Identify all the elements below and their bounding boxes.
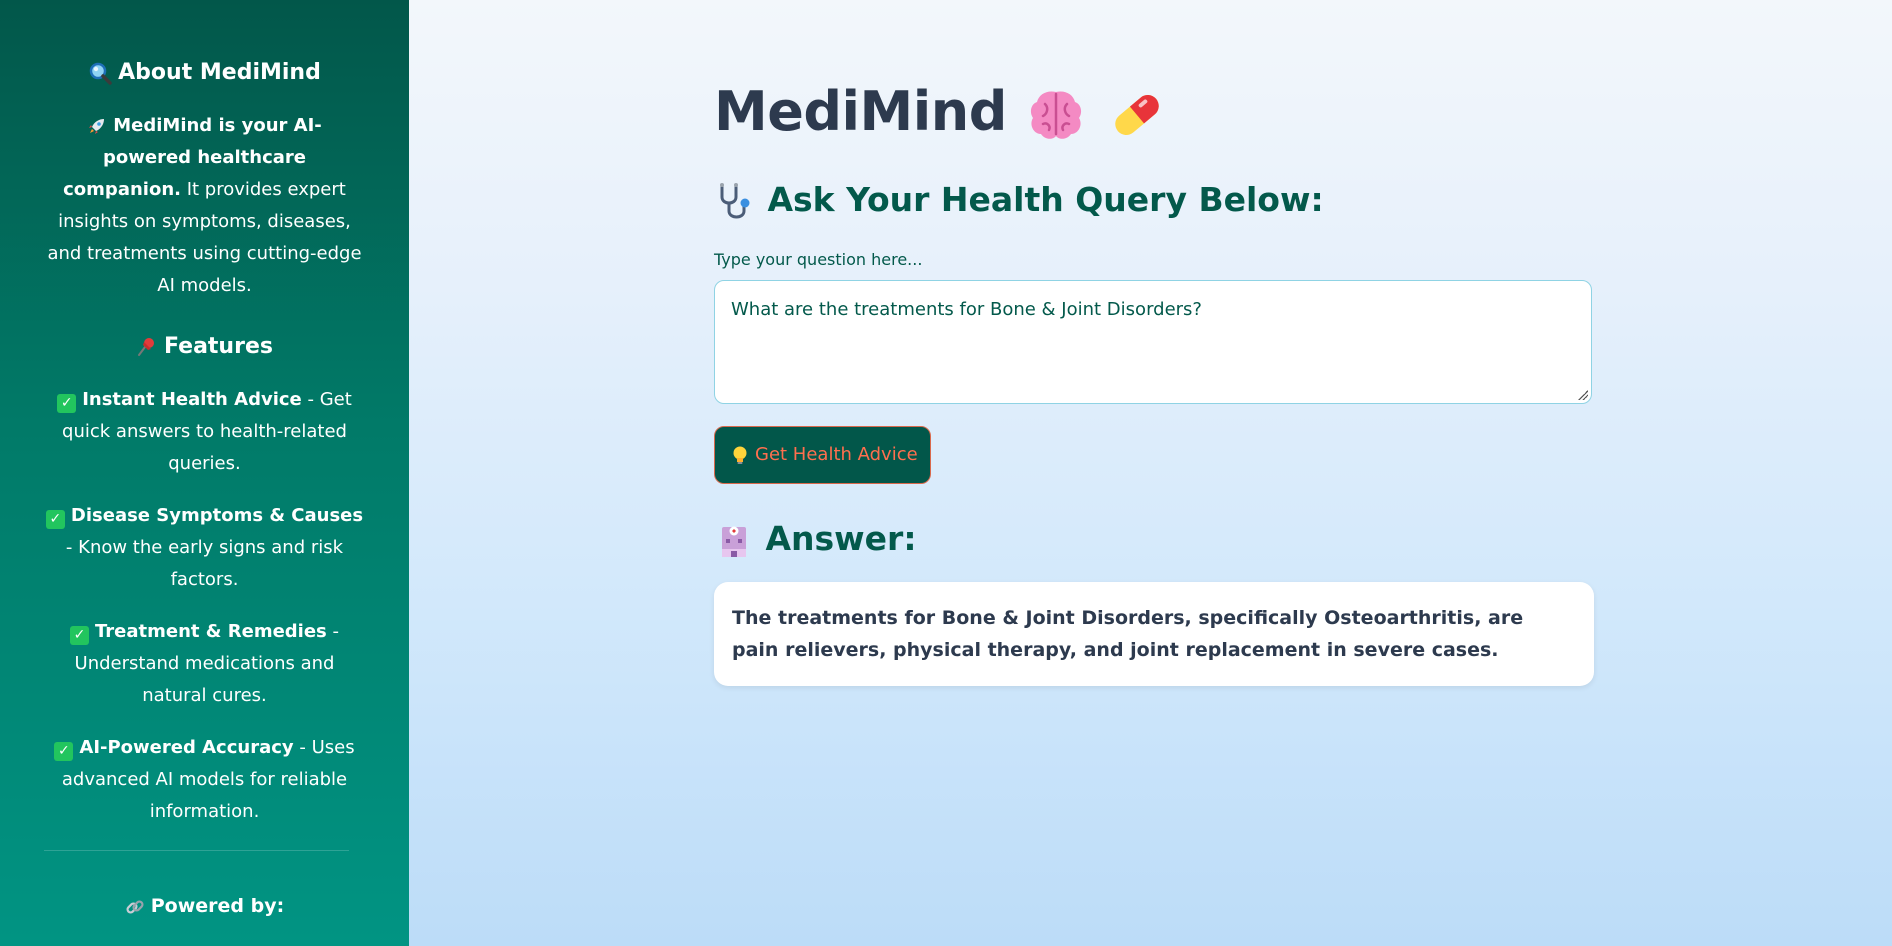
answer-box: The treatments for Bone & Joint Disorder… — [714, 582, 1594, 686]
check-icon: ✓ — [54, 742, 74, 761]
answer-text: The treatments for Bone & Joint Disorder… — [732, 607, 1524, 661]
about-heading: About MediMind — [44, 56, 365, 90]
question-textarea[interactable]: What are the treatments for Bone & Joint… — [714, 280, 1592, 404]
feature-item: ✓ AI-Powered Accuracy - Uses advanced AI … — [44, 732, 365, 828]
pill-icon — [1106, 80, 1168, 143]
sidebar: About MediMind MediMind is your AI-power… — [0, 0, 409, 946]
feature-item: ✓ Treatment & Remedies - Understand medic… — [44, 616, 365, 712]
page-title: MediMind — [714, 70, 1594, 154]
question-label: Type your question here... — [714, 250, 923, 269]
feature-title: Disease Symptoms & Causes — [70, 505, 364, 526]
hospital-icon — [714, 519, 766, 558]
feature-item: ✓ Instant Health Advice - Get quick answe… — [44, 384, 365, 480]
powered-by-text: Powered by: — [150, 895, 285, 917]
feature-title: Treatment & Remedies — [95, 621, 327, 642]
query-heading-text: Ask Your Health Query Below: — [767, 180, 1324, 219]
stethoscope-icon — [714, 180, 768, 219]
check-icon: ✓ — [45, 510, 65, 529]
feature-item: ✓ Disease Symptoms & Causes - Know the ea… — [44, 500, 365, 596]
main-panel: MediMind Ask Your Health Query Below: Ty… — [409, 0, 1892, 946]
answer-heading: Answer: — [714, 512, 1594, 566]
pushpin-icon — [136, 330, 158, 364]
features-heading: Features — [44, 330, 365, 364]
about-paragraph: MediMind is your AI-powered healthcare c… — [44, 110, 365, 302]
magnifier-icon — [88, 56, 112, 90]
feature-title: Instant Health Advice — [82, 389, 302, 410]
app: About MediMind MediMind is your AI-power… — [0, 0, 1892, 946]
lightbulb-icon — [731, 427, 749, 483]
get-health-advice-button[interactable]: Get Health Advice — [714, 426, 931, 484]
main-content: MediMind Ask Your Health Query Below: Ty… — [714, 70, 1594, 686]
features-heading-text: Features — [164, 334, 273, 359]
check-icon: ✓ — [57, 394, 77, 413]
answer-heading-text: Answer: — [765, 519, 917, 558]
sidebar-divider — [44, 850, 349, 851]
feature-title: AI-Powered Accuracy — [79, 737, 294, 758]
get-health-advice-label: Get Health Advice — [755, 444, 918, 465]
check-icon: ✓ — [70, 626, 89, 645]
query-heading: Ask Your Health Query Below: — [714, 172, 1594, 228]
question-text: What are the treatments for Bone & Joint… — [731, 299, 1202, 320]
powered-by: Powered by: — [0, 890, 409, 922]
resize-handle[interactable] — [1578, 390, 1588, 400]
rocket-icon — [87, 110, 107, 142]
brain-icon — [1025, 80, 1105, 143]
link-icon — [125, 890, 145, 922]
about-heading-text: About MediMind — [118, 60, 321, 85]
feature-desc: - Know the early signs and risk factors. — [65, 537, 344, 590]
page-title-text: MediMind — [714, 80, 1007, 143]
